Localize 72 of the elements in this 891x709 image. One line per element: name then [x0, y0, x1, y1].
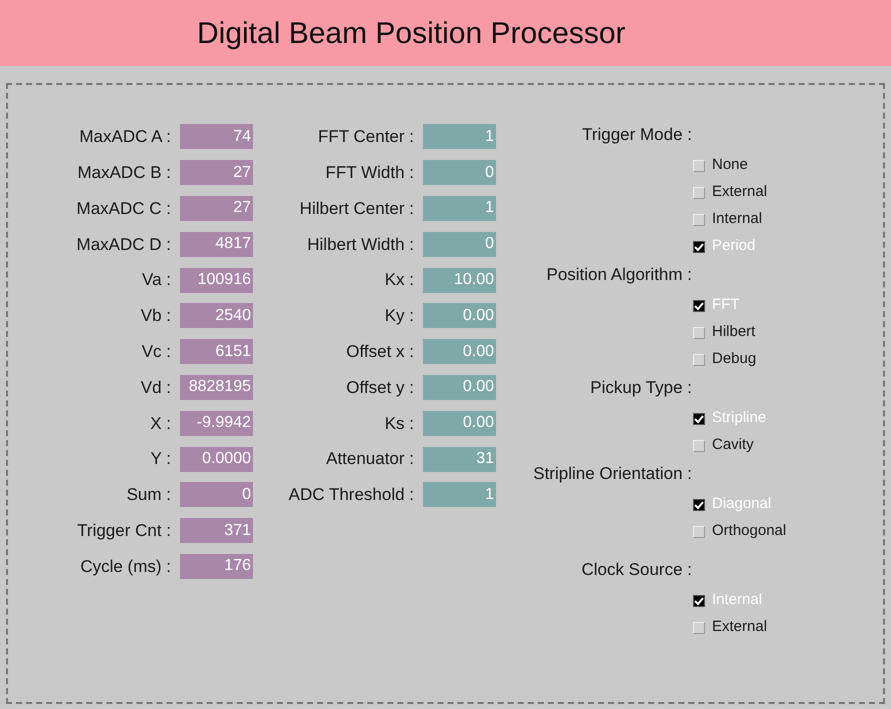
value-field[interactable]: 8828195	[180, 374, 253, 400]
field-label: MaxADC C :	[76, 198, 171, 220]
field-label: Vd :	[140, 376, 171, 399]
option-item[interactable]: Hilbert	[693, 319, 786, 346]
value-field[interactable]: 176	[180, 554, 253, 579]
value-field[interactable]: 0	[423, 160, 496, 186]
value-field[interactable]: 0.0000	[180, 446, 253, 472]
field-label: Y :	[150, 448, 171, 470]
field-label: Vb :	[140, 305, 171, 328]
value-field[interactable]: 0	[423, 232, 496, 257]
check-icon	[694, 596, 704, 606]
field-label: Offset y :	[345, 376, 414, 399]
field-label: Offset x :	[345, 340, 414, 363]
field-label: Hilbert Center :	[298, 198, 414, 220]
option-item[interactable]: External	[693, 179, 786, 206]
group-heading: Position Algorithm :	[546, 264, 692, 286]
option-item[interactable]: None	[693, 152, 786, 179]
value-field[interactable]: 0.00	[423, 339, 496, 364]
group-heading: Clock Source :	[581, 559, 692, 581]
value-field[interactable]: 31	[423, 446, 496, 472]
check-icon	[694, 242, 704, 252]
value-field[interactable]: 1	[423, 482, 496, 508]
value-field[interactable]: 10.00	[423, 268, 496, 293]
value-field[interactable]: 4817	[180, 232, 253, 257]
field-label: Sum :	[126, 484, 171, 506]
field-label: Trigger Cnt :	[76, 520, 171, 542]
field-label: MaxADC D :	[76, 234, 171, 256]
field-label: Ks :	[384, 412, 414, 435]
value-field[interactable]: 0.00	[423, 374, 496, 400]
field-label: Attenuator :	[325, 448, 414, 470]
checkbox[interactable]	[693, 498, 705, 510]
group-heading: Trigger Mode :	[582, 124, 692, 146]
field-label: Va :	[141, 269, 171, 292]
checkbox[interactable]	[693, 412, 705, 424]
field-label: ADC Threshold :	[288, 484, 414, 506]
field-label: FFT Width :	[324, 162, 414, 184]
check-icon	[694, 414, 704, 424]
value-field[interactable]: 2540	[180, 303, 253, 328]
app-title: Digital Beam Position Processor	[197, 16, 626, 52]
field-label: Ky :	[384, 305, 414, 328]
value-field[interactable]: 1	[423, 124, 496, 150]
option-item[interactable]: Internal	[693, 206, 786, 233]
value-field[interactable]: 74	[180, 124, 253, 150]
checkbox[interactable]	[693, 240, 705, 252]
option-item[interactable]: Cavity	[693, 432, 786, 459]
option-item[interactable]: Orthogonal	[693, 518, 786, 545]
value-field[interactable]: 371	[180, 518, 253, 544]
value-field[interactable]: 0	[180, 482, 253, 508]
option-item[interactable]: Debug	[693, 346, 786, 373]
field-label: Hilbert Width :	[306, 234, 414, 256]
field-label: FFT Center :	[316, 126, 414, 148]
value-field[interactable]: 27	[180, 196, 253, 221]
value-field[interactable]: 100916	[180, 268, 253, 293]
check-icon	[694, 300, 704, 310]
value-field[interactable]: -9.9942	[180, 410, 253, 436]
group-heading: Pickup Type :	[590, 377, 692, 399]
field-label: MaxADC A :	[78, 126, 171, 148]
check-icon	[694, 500, 704, 510]
field-label: Cycle (ms) :	[79, 556, 171, 578]
field-label: X :	[149, 412, 171, 435]
field-label: MaxADC B :	[76, 162, 171, 184]
value-field[interactable]: 1	[423, 196, 496, 221]
checkbox[interactable]	[693, 594, 705, 606]
field-label: Kx :	[384, 269, 414, 292]
value-field[interactable]: 0.00	[423, 410, 496, 436]
value-field[interactable]: 0.00	[423, 303, 496, 328]
group-heading: Stripline Orientation :	[533, 463, 692, 485]
option-item[interactable]: External	[693, 614, 786, 641]
value-field[interactable]: 27	[180, 160, 253, 186]
value-field[interactable]: 6151	[180, 339, 253, 364]
field-label: Vc :	[140, 340, 171, 363]
checkbox[interactable]	[693, 300, 705, 312]
